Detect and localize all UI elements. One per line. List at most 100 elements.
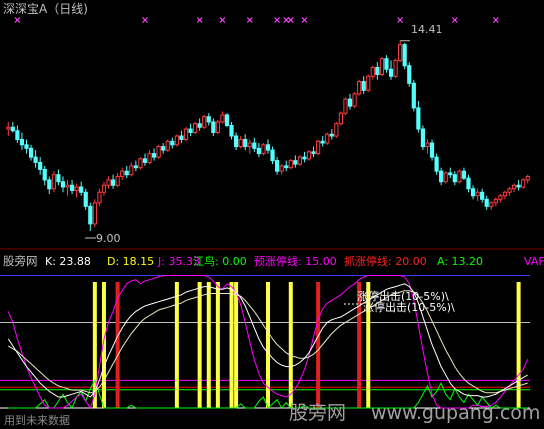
candle xyxy=(407,62,412,87)
candle-body-down xyxy=(19,139,25,146)
candle-body-up xyxy=(92,202,97,225)
candle-body-up xyxy=(475,191,480,197)
candle-body-up xyxy=(393,59,398,77)
candle-body-down xyxy=(229,124,234,137)
candle-body-down xyxy=(302,156,307,160)
candle xyxy=(420,125,426,151)
candle-body-up xyxy=(366,75,371,91)
candle-body-up xyxy=(65,184,70,188)
candle xyxy=(366,74,371,93)
background xyxy=(0,0,544,429)
candle-body-up xyxy=(425,142,430,148)
candle xyxy=(379,56,385,77)
candle-body-down xyxy=(439,170,444,183)
candle-body-down xyxy=(252,142,257,149)
watermark-left: 用到未来数据 xyxy=(4,413,70,427)
candle xyxy=(174,134,179,147)
candle-body-down xyxy=(384,58,389,70)
candle-body-up xyxy=(379,58,385,75)
candle xyxy=(393,58,398,79)
candle-body-down xyxy=(69,184,75,192)
signal-annotation-shadow: 涨停出击(10-5%)\ xyxy=(363,300,455,314)
candle-body-down xyxy=(42,168,47,181)
candle-body-up xyxy=(165,140,170,151)
candle-body-up xyxy=(138,158,143,169)
signal-bar-yellow xyxy=(288,282,293,408)
candle-body-up xyxy=(261,144,266,155)
signal-bar-yellow xyxy=(197,282,202,408)
candle-body-down xyxy=(224,114,230,126)
candle-body-down xyxy=(416,107,421,130)
signal-bar-red xyxy=(316,282,321,408)
candle-body-up xyxy=(493,198,498,204)
candle-body-down xyxy=(110,179,116,186)
watermark-logo: 股旁网 xyxy=(289,402,346,424)
candle-body-down xyxy=(420,128,426,148)
candle-body-up xyxy=(457,170,462,183)
indicator-name: 股旁网 xyxy=(3,254,38,268)
candle xyxy=(402,42,407,70)
candle xyxy=(138,157,143,170)
candle-body-up xyxy=(120,170,125,177)
legend-k: K: 23.88 xyxy=(45,255,91,268)
candle-body-up xyxy=(511,184,517,190)
candle xyxy=(325,132,330,145)
candle-body-up xyxy=(129,165,134,176)
candle-body-up xyxy=(220,114,225,123)
candle xyxy=(343,97,348,115)
candle-body-down xyxy=(347,98,353,107)
candle xyxy=(443,171,448,184)
candle-body-down xyxy=(270,149,275,162)
candle-body-down xyxy=(179,135,184,141)
candle-body-up xyxy=(498,195,503,200)
candle xyxy=(357,79,362,96)
candle-body-down xyxy=(60,181,66,188)
candle-body-down xyxy=(151,153,157,158)
candle-body-up xyxy=(507,188,512,193)
candle-body-up xyxy=(489,202,494,207)
candle xyxy=(193,121,198,135)
candle xyxy=(92,199,97,228)
candle xyxy=(288,158,293,170)
signal-bar-yellow xyxy=(215,282,220,408)
candle xyxy=(183,127,189,142)
candle-body-down xyxy=(133,165,138,169)
candle-body-up xyxy=(502,191,508,197)
candle-body-down xyxy=(79,186,84,193)
candle-body-up xyxy=(106,179,111,186)
candle-body-up xyxy=(156,146,161,158)
chart-title: 深深宝A（日线) xyxy=(3,2,88,16)
candle-body-up xyxy=(279,165,284,172)
legend-vaf: VAF xyxy=(524,255,544,268)
candle-body-down xyxy=(256,147,261,155)
candle-body-down xyxy=(466,177,471,190)
candle-body-down xyxy=(448,172,453,176)
candle-body-down xyxy=(275,160,280,172)
candle-body-down xyxy=(170,140,175,146)
candle-body-down xyxy=(38,161,43,170)
candle-body-down xyxy=(197,123,202,128)
legend-a: A: 13.20 xyxy=(437,255,483,268)
candle xyxy=(261,143,266,156)
candle-body-down xyxy=(461,170,467,179)
candle xyxy=(521,178,526,189)
candle xyxy=(334,121,339,138)
candle-body-up xyxy=(525,175,530,181)
candle xyxy=(434,153,439,175)
candle-body-up xyxy=(115,175,120,186)
candle-body-down xyxy=(470,188,476,197)
candle-body-down xyxy=(361,81,366,91)
candle-body-up xyxy=(338,112,343,125)
candle-body-down xyxy=(24,144,29,149)
high-label: 14.41 xyxy=(411,23,443,36)
candle xyxy=(411,79,416,112)
candle xyxy=(429,139,435,161)
candle-body-up xyxy=(183,128,189,141)
candle xyxy=(83,188,88,210)
candle-body-up xyxy=(306,151,312,160)
signal-bar-yellow xyxy=(234,282,239,408)
candle xyxy=(215,120,220,135)
candle xyxy=(316,139,321,156)
candle-body-up xyxy=(215,121,220,133)
candle-body-down xyxy=(516,184,521,188)
